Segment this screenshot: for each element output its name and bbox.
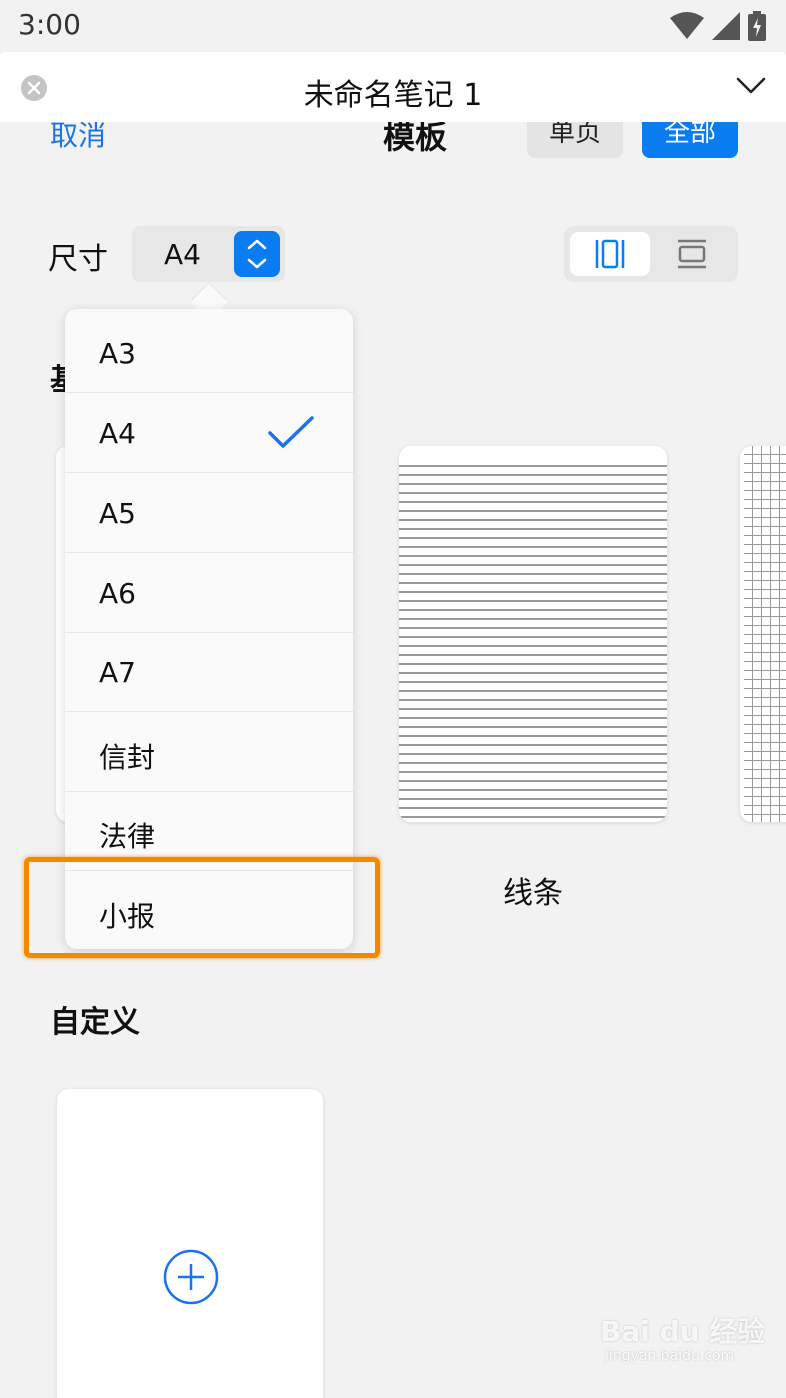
add-circle-icon[interactable] xyxy=(163,1249,219,1305)
size-option-label: A6 xyxy=(99,577,136,610)
size-option-label: 法律 xyxy=(99,820,156,853)
size-value: A4 xyxy=(164,238,201,271)
orientation-toggle xyxy=(564,226,738,282)
size-option-a3[interactable]: A3 xyxy=(65,313,353,393)
chevron-down-icon[interactable] xyxy=(736,76,766,96)
size-option-label: 信封 xyxy=(99,741,156,774)
template-card-lines[interactable] xyxy=(399,446,667,822)
size-option-label: A7 xyxy=(99,656,136,689)
cancel-button[interactable]: 取消 xyxy=(50,122,106,154)
watermark-logo: Bai du 经验 xyxy=(600,1315,766,1348)
template-caption-lines: 线条 xyxy=(503,876,563,911)
landscape-icon xyxy=(678,239,706,269)
battery-icon xyxy=(748,11,766,41)
signal-icon xyxy=(712,12,740,40)
size-option-label: A5 xyxy=(99,497,136,530)
lines-pattern xyxy=(399,458,667,822)
portrait-icon xyxy=(595,239,625,269)
status-time: 3:00 xyxy=(18,8,81,41)
note-title: 未命名笔记 1 xyxy=(303,78,483,113)
stepper-icon[interactable] xyxy=(234,231,280,277)
add-custom-template-card[interactable] xyxy=(57,1089,323,1398)
size-option-a4[interactable]: A4 xyxy=(65,393,353,473)
size-option-a6[interactable]: A6 xyxy=(65,553,353,633)
status-icons xyxy=(670,10,766,42)
status-bar: 3:00 xyxy=(0,0,786,52)
size-option-a5[interactable]: A5 xyxy=(65,473,353,553)
portrait-button[interactable] xyxy=(570,232,650,276)
size-label: 尺寸 xyxy=(48,242,108,277)
title-bar: 未命名笔记 1 xyxy=(0,52,786,122)
checkmark-icon xyxy=(268,416,314,448)
size-dropdown: A3 A4 A5 A6 A7 信封 法律 小报 xyxy=(65,309,353,949)
grid-pattern-vertical xyxy=(744,446,786,822)
all-pages-button[interactable]: 全部 xyxy=(642,122,738,158)
template-header: 取消 模板 单页 全部 xyxy=(0,122,786,162)
single-page-button[interactable]: 单页 xyxy=(527,122,623,158)
watermark-url: jingyan.baidu.com xyxy=(605,1348,735,1364)
landscape-button[interactable] xyxy=(652,232,732,276)
size-select[interactable]: A4 xyxy=(132,226,285,282)
size-option-label: A4 xyxy=(99,417,136,450)
template-card-grid[interactable] xyxy=(740,446,786,822)
size-option-envelope[interactable]: 信封 xyxy=(65,712,353,792)
size-option-a7[interactable]: A7 xyxy=(65,632,353,712)
highlight-box xyxy=(24,857,380,958)
wifi-icon xyxy=(670,12,704,39)
section-custom-title: 自定义 xyxy=(50,1005,140,1040)
size-option-label: A3 xyxy=(99,337,136,370)
page-title: 模板 xyxy=(383,122,448,156)
